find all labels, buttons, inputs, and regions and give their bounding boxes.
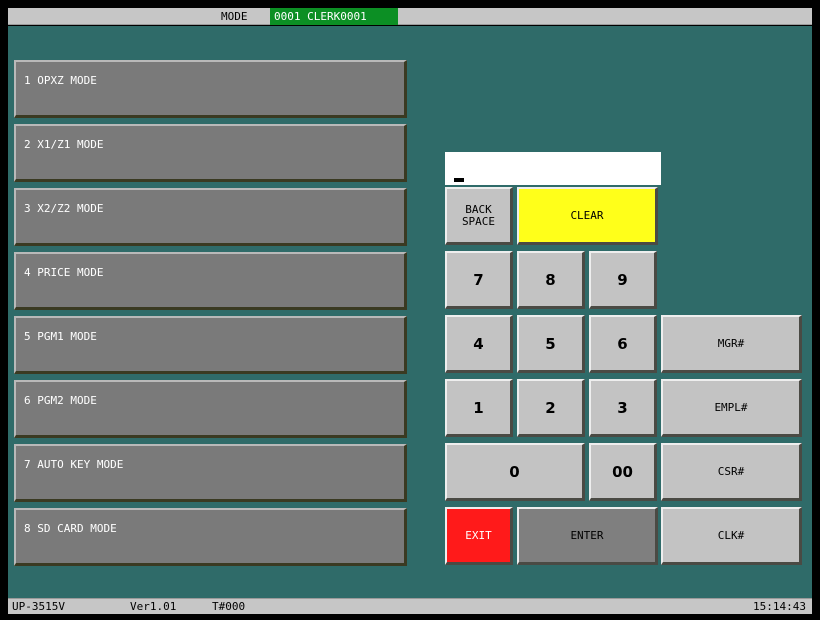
- key-3[interactable]: 3: [589, 379, 657, 437]
- key-8[interactable]: 8: [517, 251, 585, 309]
- key-7[interactable]: 7: [445, 251, 513, 309]
- clerk-badge: 0001 CLERK0001: [270, 8, 398, 25]
- mode-button-x2z2[interactable]: 3 X2/Z2 MODE: [14, 188, 407, 246]
- main-panel: 1 OPXZ MODE 2 X1/Z1 MODE 3 X2/Z2 MODE 4 …: [8, 26, 812, 598]
- text-cursor: [454, 178, 464, 182]
- mode-button-sdcard[interactable]: 8 SD CARD MODE: [14, 508, 407, 566]
- csr-key[interactable]: CSR#: [661, 443, 802, 501]
- key-5[interactable]: 5: [517, 315, 585, 373]
- mode-button-x1z1[interactable]: 2 X1/Z1 MODE: [14, 124, 407, 182]
- exit-key[interactable]: EXIT: [445, 507, 513, 565]
- key-6[interactable]: 6: [589, 315, 657, 373]
- key-00[interactable]: 00: [589, 443, 657, 501]
- clk-key[interactable]: CLK#: [661, 507, 802, 565]
- clear-key[interactable]: CLEAR: [517, 187, 658, 245]
- status-terminal: T#000: [212, 600, 246, 613]
- backspace-line1: BACK: [465, 202, 492, 216]
- entry-display[interactable]: [445, 152, 661, 185]
- mode-button-pgm1[interactable]: 5 PGM1 MODE: [14, 316, 407, 374]
- mode-button-price[interactable]: 4 PRICE MODE: [14, 252, 407, 310]
- mode-button-pgm2[interactable]: 6 PGM2 MODE: [14, 380, 407, 438]
- status-bar: UP-3515V Ver1.01 T#000 15:14:43: [8, 598, 812, 614]
- mode-button-autokey[interactable]: 7 AUTO KEY MODE: [14, 444, 407, 502]
- backspace-key-text: BACK SPACE: [461, 202, 496, 228]
- key-2[interactable]: 2: [517, 379, 585, 437]
- pos-screen: MODE 0001 CLERK0001 1 OPXZ MODE 2 X1/Z1 …: [0, 0, 820, 620]
- backspace-line2: SPACE: [461, 214, 496, 228]
- key-4[interactable]: 4: [445, 315, 513, 373]
- status-time: 15:14:43: [753, 600, 806, 613]
- status-version: Ver1.01: [130, 600, 177, 613]
- mode-button-opxz[interactable]: 1 OPXZ MODE: [14, 60, 407, 118]
- mode-label: MODE: [221, 10, 248, 23]
- key-1[interactable]: 1: [445, 379, 513, 437]
- status-model: UP-3515V: [12, 600, 65, 613]
- key-9[interactable]: 9: [589, 251, 657, 309]
- top-bar: MODE 0001 CLERK0001: [8, 8, 812, 25]
- key-0[interactable]: 0: [445, 443, 585, 501]
- empl-key[interactable]: EMPL#: [661, 379, 802, 437]
- backspace-key[interactable]: BACK SPACE: [445, 187, 513, 245]
- mgr-key[interactable]: MGR#: [661, 315, 802, 373]
- enter-key[interactable]: ENTER: [517, 507, 658, 565]
